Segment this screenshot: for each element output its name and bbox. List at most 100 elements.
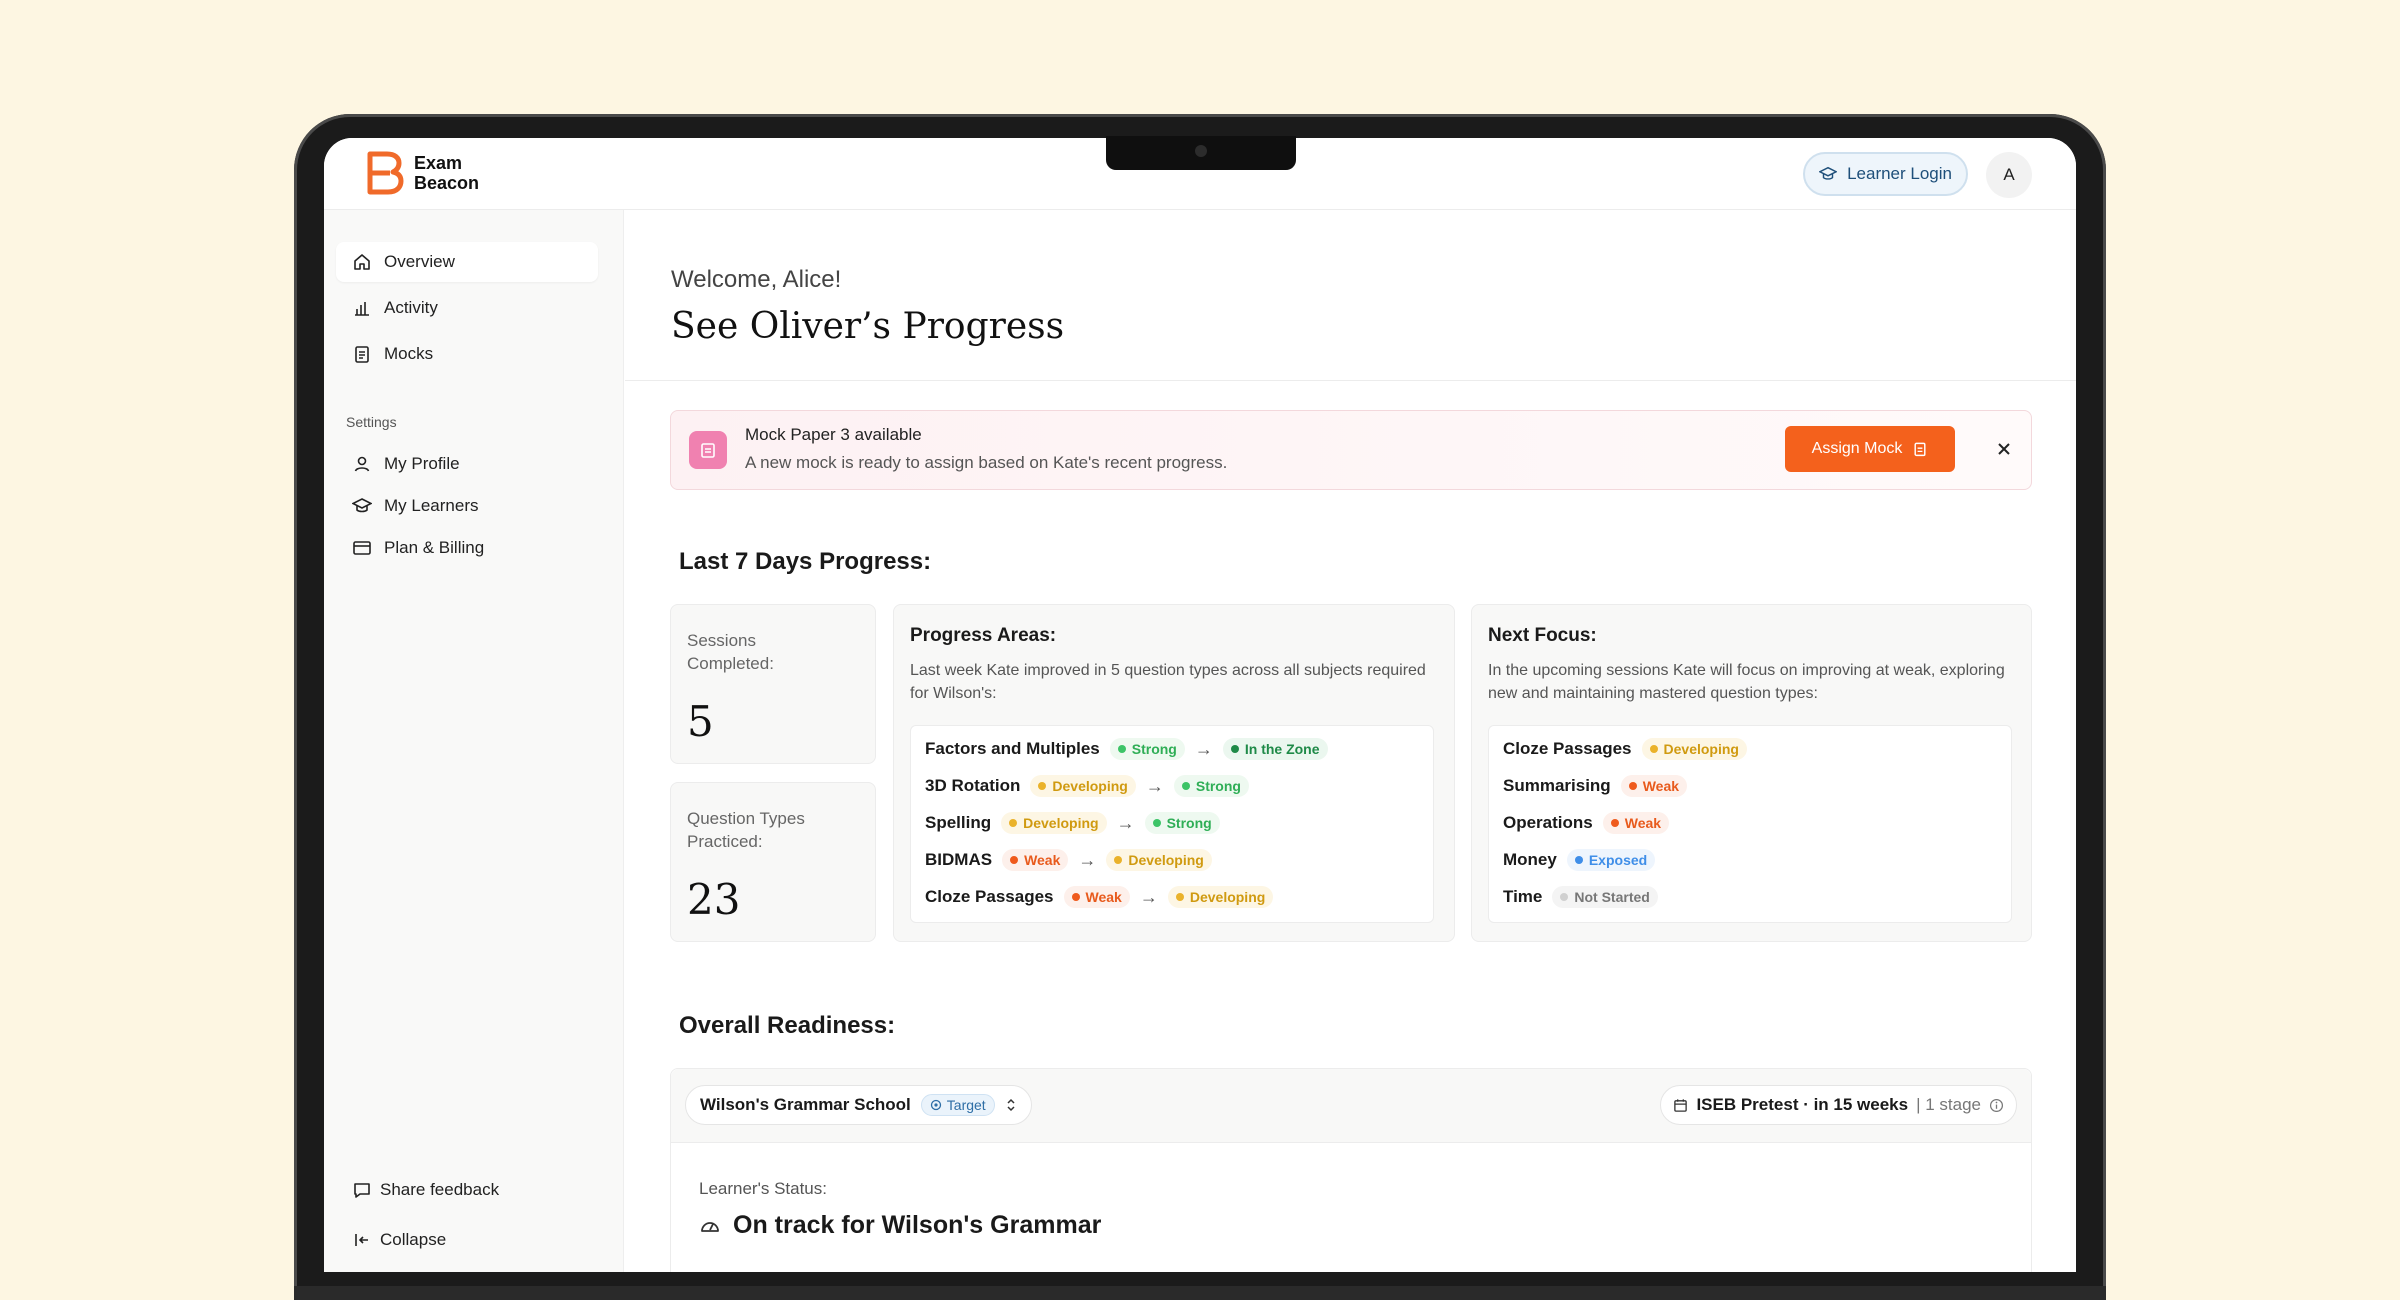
sidebar-item-label: Activity [384, 298, 438, 317]
user-icon [354, 456, 370, 472]
status-badge: Developing [1106, 849, 1212, 871]
calendar-icon [689, 431, 727, 469]
sidebar-item-my-profile[interactable]: My Profile [336, 444, 598, 484]
logo-icon [367, 151, 404, 195]
question-type-name: 3D Rotation [925, 776, 1021, 795]
app-screen: Exam Beacon Learner Login A Overview Act… [324, 138, 2076, 1272]
list-item: 3D Rotation Developing → Strong [925, 773, 1249, 799]
question-type-name: Time [1503, 887, 1543, 906]
list-item: Spelling Developing → Strong [925, 810, 1220, 836]
progress-areas-title: Progress Areas: [910, 625, 1057, 646]
target-badge: Target [920, 1094, 995, 1116]
status-badge: Weak [1602, 812, 1670, 834]
exam-name: ISEB Pretest · in 15 weeks [1696, 1095, 1909, 1114]
learner-status-text: On track for Wilson's Grammar [733, 1211, 1102, 1239]
list-item: Cloze Passages Weak → Developing [925, 884, 1274, 910]
list-item: Time Not Started [1503, 884, 1658, 910]
collapse-label: Collapse [380, 1230, 447, 1249]
bar-chart-icon [355, 302, 369, 316]
arrow-right-icon: → [1145, 775, 1164, 796]
status-badge: Strong [1173, 775, 1249, 797]
list-item: BIDMAS Weak → Developing [925, 847, 1212, 873]
sessions-completed-card: Sessions Completed: 5 [670, 604, 876, 764]
next-focus-list: Cloze Passages Developing Summarising We… [1488, 725, 2012, 923]
list-item: Operations Weak [1503, 810, 1670, 836]
share-feedback-label: Share feedback [380, 1180, 500, 1199]
status-badge: Developing [1167, 886, 1274, 908]
list-item: Money Exposed [1503, 847, 1656, 873]
page-title: See Oliver’s Progress [671, 306, 1065, 347]
status-badge: Not Started [1552, 886, 1658, 908]
sidebar-item-label: My Learners [384, 496, 479, 515]
question-types-label: Question Types Practiced: [687, 809, 805, 851]
camera-notch [1106, 136, 1296, 170]
status-badge: In the Zone [1222, 738, 1328, 760]
list-item: Factors and Multiples Strong → In the Zo… [925, 736, 1328, 762]
next-focus-card: Next Focus: In the upcoming sessions Kat… [1471, 604, 2032, 942]
sidebar-item-my-learners[interactable]: My Learners [336, 486, 598, 526]
close-icon[interactable] [1991, 436, 2017, 462]
exam-info-chip[interactable]: ISEB Pretest · in 15 weeks | 1 stage [1660, 1085, 2017, 1125]
status-badge: Strong [1109, 738, 1185, 760]
info-icon[interactable] [1989, 1098, 2004, 1113]
question-type-name: Factors and Multiples [925, 739, 1100, 758]
exam-beacon-logo[interactable]: Exam Beacon [366, 150, 479, 196]
laptop-base [294, 1286, 2106, 1300]
gauge-icon [701, 1221, 719, 1232]
question-type-name: BIDMAS [925, 850, 993, 869]
question-type-name: Money [1503, 850, 1557, 869]
sidebar-item-label: Overview [384, 252, 455, 271]
sidebar-item-mocks[interactable]: Mocks [336, 334, 598, 374]
graduation-cap-icon [1819, 166, 1838, 180]
welcome-text: Welcome, Alice! [671, 266, 842, 293]
question-type-name: Operations [1503, 813, 1593, 832]
header-divider [625, 380, 2076, 381]
graduation-cap-icon [352, 498, 372, 513]
avatar[interactable]: A [1986, 152, 2032, 198]
status-badge: Developing [1030, 775, 1136, 797]
list-item: Cloze Passages Developing [1503, 736, 1747, 762]
readiness-header: Wilson's Grammar School Target ISEB Pret… [671, 1069, 2031, 1143]
alert-subtitle: A new mock is ready to assign based on K… [745, 453, 1228, 472]
sidebar-item-label: My Profile [384, 454, 460, 473]
readiness-card: Wilson's Grammar School Target ISEB Pret… [670, 1068, 2032, 1272]
message-icon [354, 1183, 370, 1198]
arrow-right-icon: → [1194, 738, 1213, 759]
sessions-label: Sessions Completed: [687, 631, 774, 673]
calendar-icon [1674, 1098, 1688, 1112]
assign-mock-button[interactable]: Assign Mock [1785, 426, 1955, 472]
next-focus-subtitle: In the upcoming sessions Kate will focus… [1488, 662, 2005, 702]
sidebar-item-label: Mocks [384, 344, 434, 363]
arrow-right-icon: → [1139, 886, 1158, 907]
target-icon [930, 1099, 941, 1111]
settings-heading: Settings [346, 414, 397, 430]
sidebar-item-plan-billing[interactable]: Plan & Billing [336, 528, 598, 568]
exam-stage: | 1 stage [1916, 1095, 1981, 1114]
sidebar-item-overview[interactable]: Overview [336, 242, 598, 282]
question-type-name: Cloze Passages [925, 887, 1054, 906]
share-feedback-button[interactable]: Share feedback [336, 1170, 598, 1210]
question-type-name: Cloze Passages [1503, 739, 1632, 758]
credit-card-icon [353, 541, 371, 555]
question-type-name: Summarising [1503, 776, 1611, 795]
learner-status: On track for Wilson's Grammar [699, 1211, 1101, 1240]
learner-login-button[interactable]: Learner Login [1803, 152, 1968, 196]
collapse-button[interactable]: Collapse [336, 1220, 598, 1260]
mock-available-alert: Mock Paper 3 available A new mock is rea… [670, 410, 2032, 490]
status-badge: Weak [1620, 775, 1688, 797]
clipboard-icon [355, 346, 369, 363]
question-type-name: Spelling [925, 813, 992, 832]
sidebar-item-label: Plan & Billing [384, 538, 485, 557]
status-badge: Weak [1002, 849, 1069, 871]
chevron-up-down-icon [1007, 1098, 1015, 1112]
status-badge: Developing [1001, 812, 1107, 834]
status-badge: Exposed [1566, 849, 1656, 871]
main-content: Welcome, Alice! See Oliver’s Progress Mo… [625, 210, 2076, 1272]
sidebar-item-activity[interactable]: Activity [336, 288, 598, 328]
school-name: Wilson's Grammar School [700, 1095, 911, 1114]
status-badge: Weak [1063, 886, 1130, 908]
collapse-icon [355, 1234, 368, 1246]
next-focus-title: Next Focus: [1488, 625, 1597, 646]
camera-icon [1195, 145, 1207, 157]
school-selector[interactable]: Wilson's Grammar School Target [685, 1085, 1032, 1125]
